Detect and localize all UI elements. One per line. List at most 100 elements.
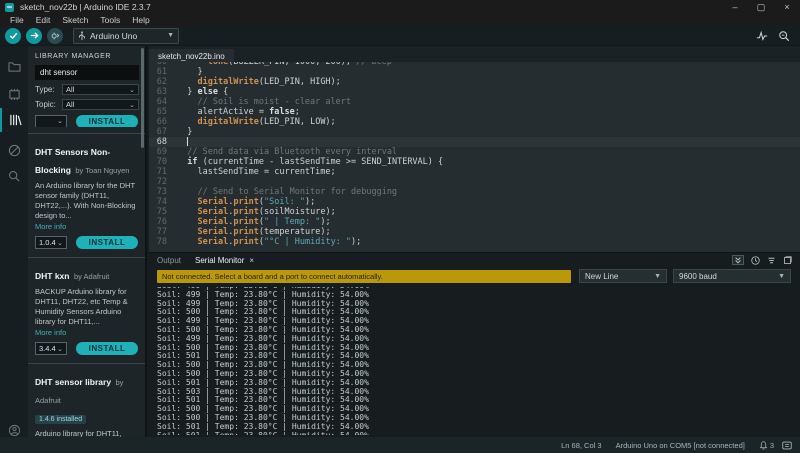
account-icon [8,424,21,437]
version-select[interactable]: 3.4.4⌄ [35,342,67,355]
new-window-icon[interactable] [783,256,792,265]
serial-plotter-icon[interactable] [756,30,768,42]
board-status[interactable]: Arduino Uno on COM5 [not connected] [616,441,745,450]
serial-monitor-icon[interactable] [778,30,790,42]
code-line-75: 75 Serial.print(soilMoisture); [149,207,800,217]
chevron-double-down-icon [734,256,742,264]
sidebar-item-sketchbook[interactable] [0,54,28,78]
line-number: 74 [149,197,177,207]
line-number: 77 [149,227,177,237]
editor-tab-bar: sketch_nov22b.ino [149,46,800,62]
arrow-right-icon [30,31,39,40]
line-number: 66 [149,117,177,127]
folder-icon [8,61,21,72]
close-icon[interactable]: × [249,256,254,265]
library-item-partial: ⌄ INSTALL [35,115,145,127]
chevron-down-icon: ▼ [167,32,174,39]
status-bar: Ln 68, Col 3 Arduino Uno on COM5 [not co… [0,437,800,453]
code-line-63: 63 } else { [149,87,800,97]
close-icon[interactable]: × [774,0,800,14]
chevron-down-icon: ⌄ [57,239,63,247]
library-description: An Arduino library for the DHT sensor fa… [35,181,139,221]
upload-button[interactable] [26,28,42,44]
debug-button[interactable] [47,28,63,44]
library-name: DHT kxn [35,271,69,281]
verify-button[interactable] [5,28,21,44]
code-line-67: 67 } [149,127,800,137]
library-author: by Toan Nguyen [75,166,129,175]
bell-icon [759,441,768,450]
timestamp-clock-icon[interactable] [751,256,760,265]
sidebar-item-library-manager[interactable] [0,108,28,132]
library-manager-panel: LIBRARY MANAGER Type: All ⌄ Topic: All ⌄… [28,46,147,437]
line-number: 61 [149,67,177,77]
chevron-down-icon: ▼ [778,273,785,280]
toolbar: Arduino Uno ▼ [0,26,800,46]
line-number: 68 [149,137,177,147]
code-area[interactable]: 60 tone(BUZZER_PIN, 1000, 200); // beep6… [149,62,800,252]
more-info-link[interactable]: More info [35,222,139,231]
code-editor[interactable]: sketch_nov22b.ino 60 tone(BUZZER_PIN, 10… [149,46,800,252]
version-select[interactable]: ⌄ [35,115,67,127]
collapse-panel-button[interactable] [732,255,744,265]
library-scrollbar[interactable] [141,48,144,148]
cursor-position[interactable]: Ln 68, Col 3 [561,441,601,450]
tab-output[interactable]: Output [157,256,181,265]
serial-lines: Soil: 499 | Temp: 23.80°C | Humidity: 54… [157,287,800,435]
tab-serial-monitor[interactable]: Serial Monitor × [195,256,254,265]
chevron-down-icon: ⌄ [129,86,135,94]
line-number: 71 [149,167,177,177]
code-line-76: 76 Serial.print(" | Temp: "); [149,217,800,227]
window-title: sketch_nov22b | Arduino IDE 2.3.7 [20,2,151,12]
library-search-input[interactable] [35,65,139,80]
sidebar-item-debug[interactable] [0,138,28,162]
menu-file[interactable]: File [4,15,30,25]
chevron-down-icon: ⌄ [57,345,63,353]
line-number: 67 [149,127,177,137]
code-line-78: 78 Serial.print("°C | Humidity: "); [149,237,800,247]
menu-tools[interactable]: Tools [94,15,126,25]
more-info-link[interactable]: More info [35,328,139,337]
line-number: 76 [149,217,177,227]
menu-sketch[interactable]: Sketch [56,15,94,25]
line-ending-select[interactable]: New Line ▼ [579,269,667,283]
activity-bar [0,46,28,437]
line-number: 75 [149,207,177,217]
board-icon[interactable] [782,441,792,450]
sidebar-item-boards-manager[interactable] [0,82,28,106]
minimize-icon[interactable]: – [722,0,748,14]
code-line-65: 65 alertActive = false; [149,107,800,117]
code-lines: 60 tone(BUZZER_PIN, 1000, 200); // beep6… [149,62,800,247]
baud-rate-select[interactable]: 9600 baud ▼ [673,269,791,283]
library-item: DHT sensor library by Adafruit1.4.6 inst… [28,363,145,437]
library-item: DHT kxn by AdafruitBACKUP Arduino librar… [28,257,145,363]
menu-edit[interactable]: Edit [30,15,57,25]
version-select[interactable]: 1.0.4⌄ [35,236,67,249]
topic-filter-select[interactable]: All ⌄ [62,99,139,110]
notifications-button[interactable]: 3 [759,441,774,450]
code-line-72: 72 [149,177,800,187]
window-controls: – ▢ × [722,0,800,14]
board-selector[interactable]: Arduino Uno ▼ [73,28,179,44]
chevron-down-icon: ⌄ [129,101,135,109]
code-line-64: 64 // Soil is moist - clear alert [149,97,800,107]
menu-help[interactable]: Help [126,15,155,25]
search-icon [8,170,20,182]
maximize-icon[interactable]: ▢ [748,0,774,14]
board-selector-label: Arduino Uno [90,31,137,41]
installed-badge: 1.4.6 installed [35,415,86,424]
install-button[interactable]: INSTALL [76,115,138,127]
library-list: DHT Sensors Non-Blocking by Toan NguyenA… [28,133,145,437]
line-number: 65 [149,107,177,117]
usb-icon [78,31,86,41]
sidebar-item-search[interactable] [0,164,28,188]
serial-monitor-controls: Not connected. Select a board and a port… [149,268,800,284]
install-button[interactable]: INSTALL [76,236,138,249]
books-icon [9,114,22,126]
type-filter-select[interactable]: All ⌄ [62,84,139,95]
bottom-panel: Output Serial Monitor × Not connected. S… [149,252,800,437]
clear-output-icon[interactable] [767,256,776,265]
serial-output[interactable]: Soil: 499 | Temp: 23.80°C | Humidity: 54… [149,287,800,435]
library-author: by Adafruit [74,272,109,281]
install-button[interactable]: INSTALL [76,342,138,355]
